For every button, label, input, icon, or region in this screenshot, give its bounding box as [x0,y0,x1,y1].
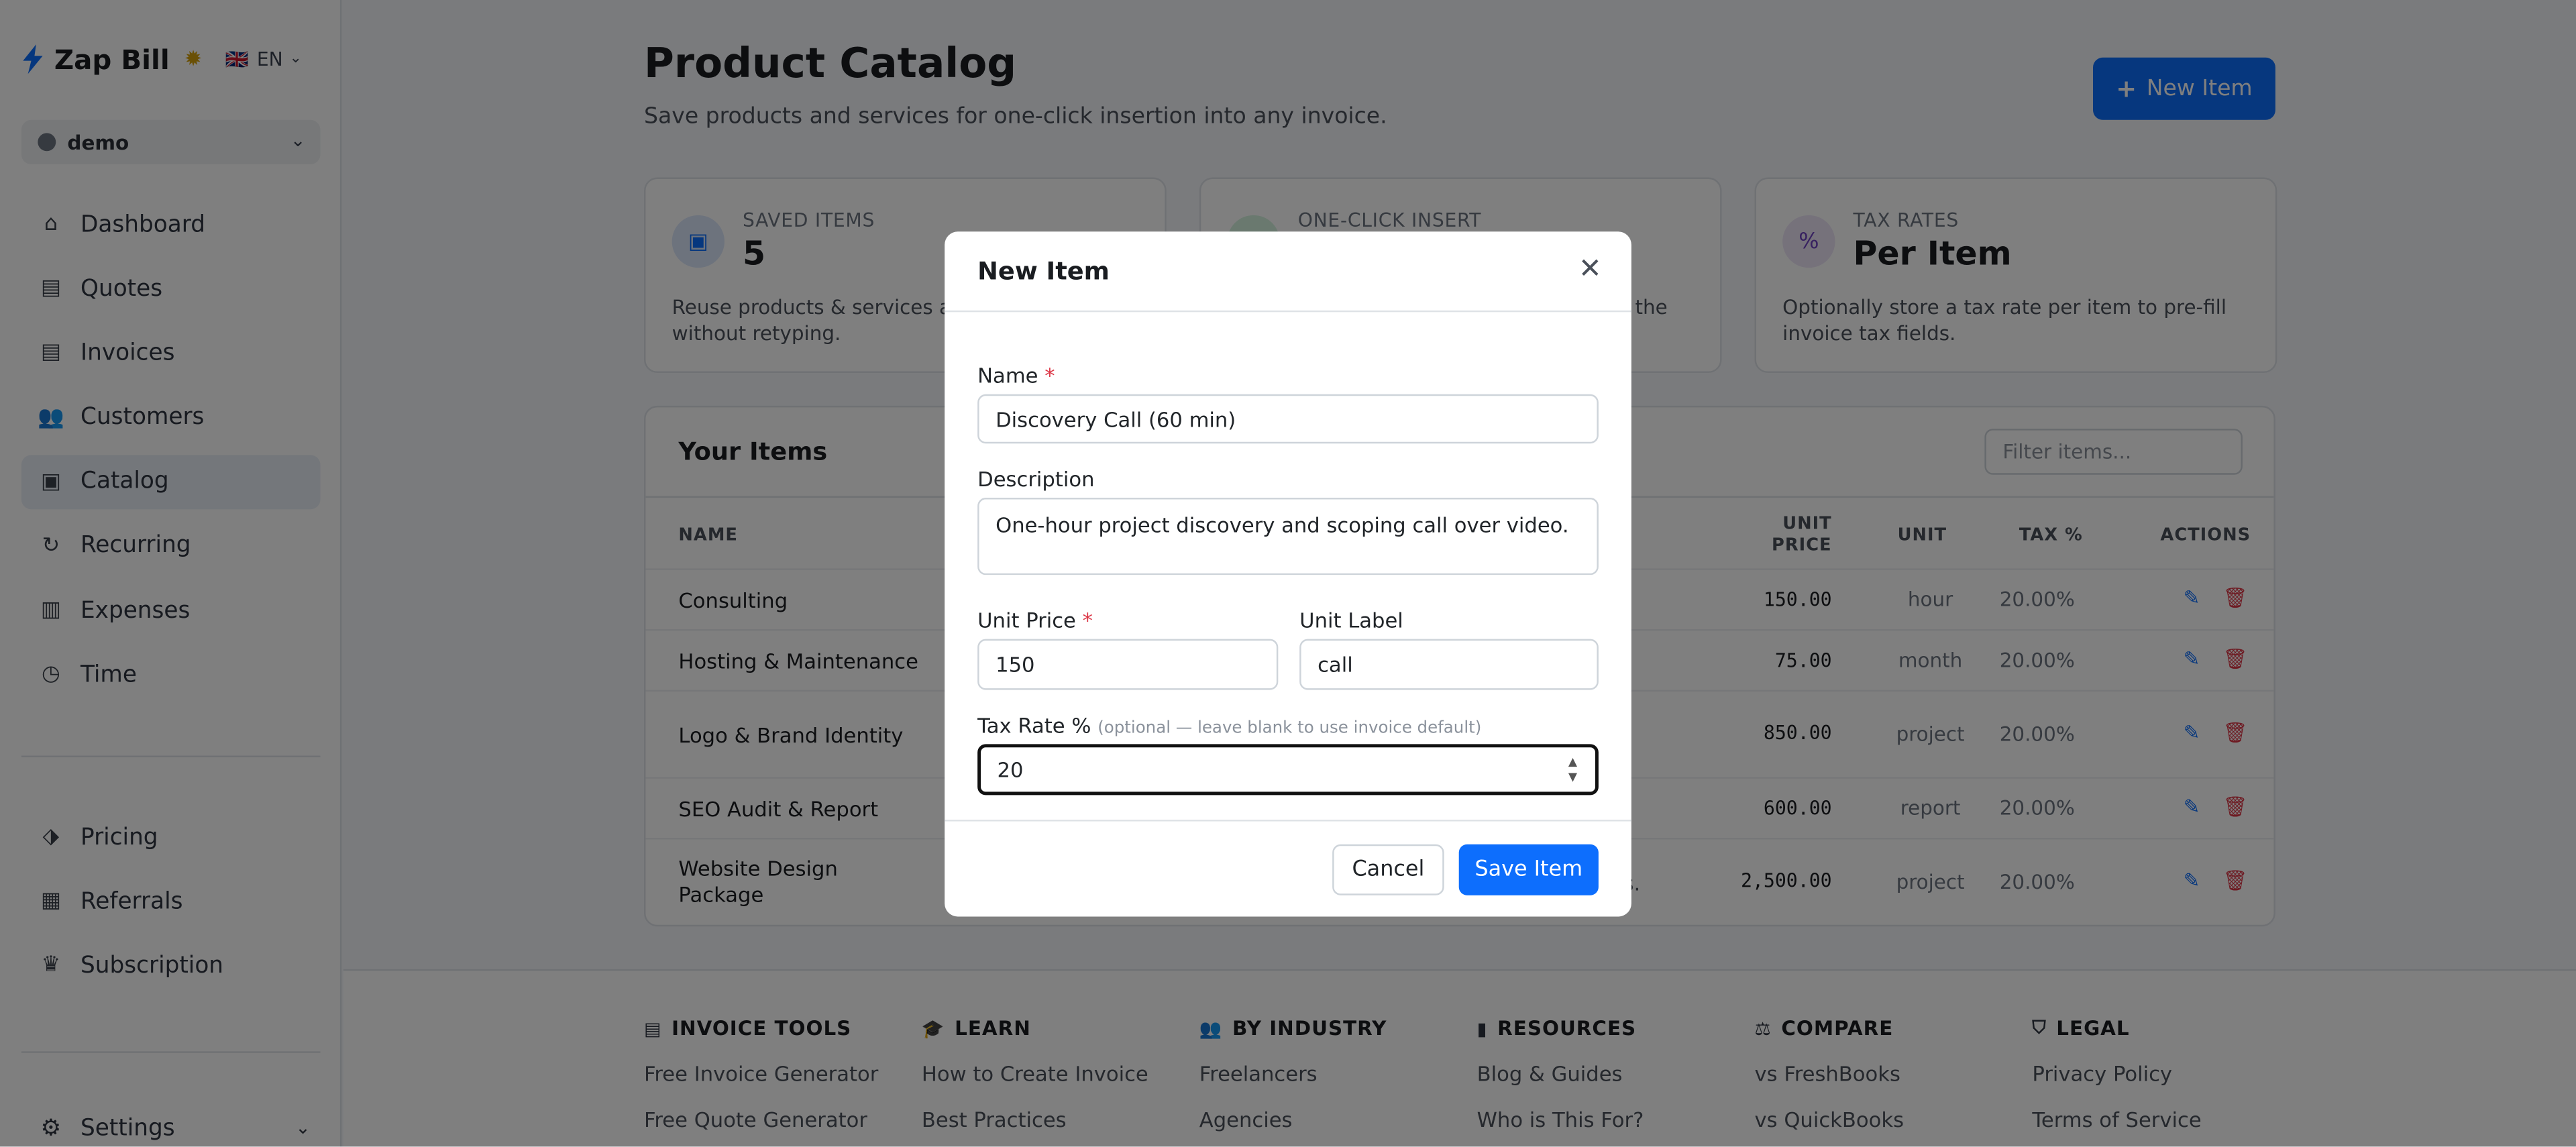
save-item-button[interactable]: Save Item [1458,844,1599,895]
modal-header: New Item ✕ [945,231,1631,313]
cancel-button[interactable]: Cancel [1332,844,1444,895]
tax-rate-value: 20 [997,757,1024,782]
unit-price-input[interactable]: 150 [977,639,1279,690]
new-item-modal: New Item ✕ Name * Discovery Call (60 min… [945,231,1631,917]
name-label: Name * [977,363,1055,388]
close-icon[interactable]: ✕ [1578,253,1602,286]
name-input[interactable]: Discovery Call (60 min) [977,394,1599,444]
required-mark: * [1082,608,1093,633]
app-root: Zap Bill ✹ 🇬🇧 EN ⌄ demo ⌄ ⌂Dashboard ▤Qu… [0,0,2576,1147]
modal-title: New Item [977,256,1110,286]
unit-price-label: Unit Price * [977,608,1093,633]
required-mark: * [1044,363,1055,388]
tax-rate-hint: (optional — leave blank to use invoice d… [1097,719,1482,738]
number-stepper-icon[interactable]: ▲ ▼ [1568,756,1577,785]
unit-label-label: Unit Label [1299,608,1403,633]
description-label: Description [977,466,1095,492]
tax-rate-label: Tax Rate % (optional — leave blank to us… [977,712,1482,738]
modal-footer-divider [945,820,1631,822]
description-textarea[interactable]: One-hour project discovery and scoping c… [977,498,1599,576]
tax-rate-input[interactable]: 20 ▲ ▼ [977,744,1599,796]
unit-label-input[interactable]: call [1299,639,1599,690]
